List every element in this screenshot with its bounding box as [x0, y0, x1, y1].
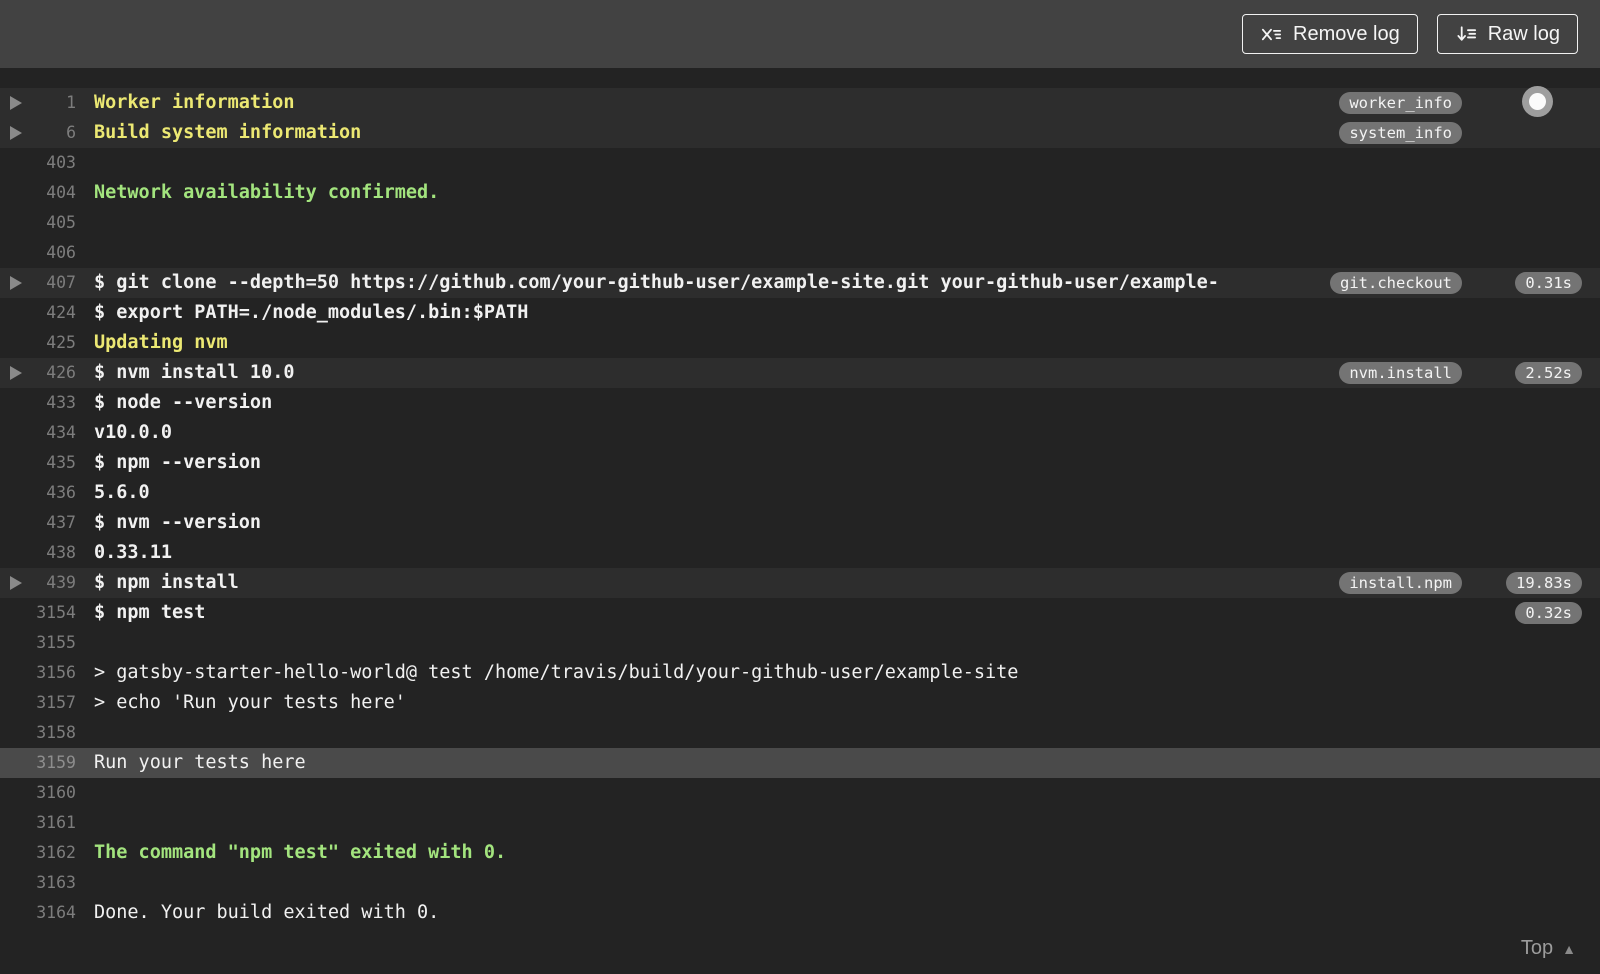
- log-text: Network availability confirmed.: [94, 182, 440, 203]
- line-number[interactable]: 3164: [0, 898, 76, 928]
- log-line: 403: [0, 148, 1600, 178]
- line-number[interactable]: 1: [0, 88, 76, 118]
- log-lines: 1 Worker information worker_info 6 Build sys…: [0, 88, 1600, 928]
- line-number[interactable]: 433: [0, 388, 76, 418]
- line-number[interactable]: 425: [0, 328, 76, 358]
- step-badge: install.npm: [1339, 572, 1462, 594]
- raw-log-label: Raw log: [1487, 22, 1560, 45]
- log-text: $ export PATH=./node_modules/.bin:$PATH: [94, 302, 529, 323]
- duration-badge: 19.83s: [1506, 572, 1582, 594]
- line-number[interactable]: 3157: [0, 688, 76, 718]
- line-number[interactable]: 424: [0, 298, 76, 328]
- line-number[interactable]: 434: [0, 418, 76, 448]
- line-number[interactable]: 3159: [0, 748, 76, 778]
- log-text: $ nvm install 10.0: [94, 362, 295, 383]
- step-badge: git.checkout: [1330, 272, 1462, 294]
- log-line: 436 5.6.0: [0, 478, 1600, 508]
- line-number[interactable]: 438: [0, 538, 76, 568]
- log-toolbar: Remove log Raw log: [0, 0, 1600, 68]
- top-link-label: Top: [1520, 937, 1554, 959]
- scroll-to-top-link[interactable]: Top ▲: [1521, 937, 1576, 960]
- log-line: 6 Build system information system_info: [0, 118, 1600, 148]
- line-number[interactable]: 3158: [0, 718, 76, 748]
- log-line: 434 v10.0.0: [0, 418, 1600, 448]
- line-number[interactable]: 426: [0, 358, 76, 388]
- step-badge: system_info: [1339, 122, 1462, 144]
- log-line: 3164 Done. Your build exited with 0.: [0, 898, 1600, 928]
- log-line: 3159 Run your tests here: [0, 748, 1600, 778]
- line-number[interactable]: 404: [0, 178, 76, 208]
- log-text: Done. Your build exited with 0.: [94, 902, 440, 923]
- log-line: 3161: [0, 808, 1600, 838]
- log-line: 433 $ node --version: [0, 388, 1600, 418]
- raw-log-icon: [1455, 23, 1478, 46]
- caret-up-icon: ▲: [1562, 940, 1576, 957]
- line-number[interactable]: 435: [0, 448, 76, 478]
- log-text: v10.0.0: [94, 422, 172, 443]
- log-line: 406: [0, 238, 1600, 268]
- log-line: 407 $ git clone --depth=50 https://github…: [0, 268, 1600, 298]
- log-line: 3157 > echo 'Run your tests here': [0, 688, 1600, 718]
- log-text: The command "npm test" exited with 0.: [94, 842, 507, 863]
- step-badge: nvm.install: [1339, 362, 1462, 384]
- line-number[interactable]: 3154: [0, 598, 76, 628]
- log-line: 3155: [0, 628, 1600, 658]
- duration-badge: 0.32s: [1515, 602, 1582, 624]
- line-number[interactable]: 439: [0, 568, 76, 598]
- line-number[interactable]: 403: [0, 148, 76, 178]
- line-number[interactable]: 3160: [0, 778, 76, 808]
- log-text: $ npm install: [94, 572, 239, 593]
- log-line: 3162 The command "npm test" exited with 0…: [0, 838, 1600, 868]
- line-number[interactable]: 437: [0, 508, 76, 538]
- scroll-indicator[interactable]: [1522, 86, 1553, 117]
- log-text: 5.6.0: [94, 482, 150, 503]
- log-text: $ node --version: [94, 392, 273, 413]
- log-text: Worker information: [94, 92, 295, 113]
- log-line: 1 Worker information worker_info: [0, 88, 1600, 118]
- log-text: $ nvm --version: [94, 512, 262, 533]
- remove-log-label: Remove log: [1293, 22, 1400, 45]
- duration-badge: 2.52s: [1515, 362, 1582, 384]
- log-line: 439 $ npm install install.npm 19.83s: [0, 568, 1600, 598]
- log-text: 0.33.11: [94, 542, 172, 563]
- remove-log-icon: [1260, 23, 1283, 46]
- build-log: 1 Worker information worker_info 6 Build sys…: [0, 68, 1600, 974]
- log-line: 404 Network availability confirmed.: [0, 178, 1600, 208]
- log-line: 3154 $ npm test 0.32s: [0, 598, 1600, 628]
- log-line: 424 $ export PATH=./node_modules/.bin:$PA…: [0, 298, 1600, 328]
- scroll-indicator-dot: [1529, 93, 1546, 110]
- log-line: 3156 > gatsby-starter-hello-world@ test /…: [0, 658, 1600, 688]
- log-line: 3163: [0, 868, 1600, 898]
- line-number[interactable]: 3161: [0, 808, 76, 838]
- log-text: Build system information: [94, 122, 362, 143]
- line-number[interactable]: 407: [0, 268, 76, 298]
- line-number[interactable]: 3156: [0, 658, 76, 688]
- line-number[interactable]: 6: [0, 118, 76, 148]
- line-number[interactable]: 3155: [0, 628, 76, 658]
- log-line: 3158: [0, 718, 1600, 748]
- log-text: > gatsby-starter-hello-world@ test /home…: [94, 662, 1019, 683]
- log-text: $ git clone --depth=50 https://github.co…: [94, 272, 1219, 293]
- line-number[interactable]: 406: [0, 238, 76, 268]
- line-number[interactable]: 3162: [0, 838, 76, 868]
- duration-badge: 0.31s: [1515, 272, 1582, 294]
- log-line: 438 0.33.11: [0, 538, 1600, 568]
- log-line: 435 $ npm --version: [0, 448, 1600, 478]
- log-line: 405: [0, 208, 1600, 238]
- log-line: 426 $ nvm install 10.0 nvm.install 2.52s: [0, 358, 1600, 388]
- log-text: > echo 'Run your tests here': [94, 692, 406, 713]
- line-number[interactable]: 436: [0, 478, 76, 508]
- remove-log-button[interactable]: Remove log: [1242, 14, 1418, 54]
- log-text: $ npm --version: [94, 452, 262, 473]
- log-line: 425 Updating nvm: [0, 328, 1600, 358]
- log-line: 3160: [0, 778, 1600, 808]
- line-number[interactable]: 405: [0, 208, 76, 238]
- line-number[interactable]: 3163: [0, 868, 76, 898]
- log-line: 437 $ nvm --version: [0, 508, 1600, 538]
- log-text: Updating nvm: [94, 332, 228, 353]
- raw-log-button[interactable]: Raw log: [1436, 14, 1578, 54]
- log-text: $ npm test: [94, 602, 206, 623]
- step-badge: worker_info: [1339, 92, 1462, 114]
- log-text: Run your tests here: [94, 752, 306, 773]
